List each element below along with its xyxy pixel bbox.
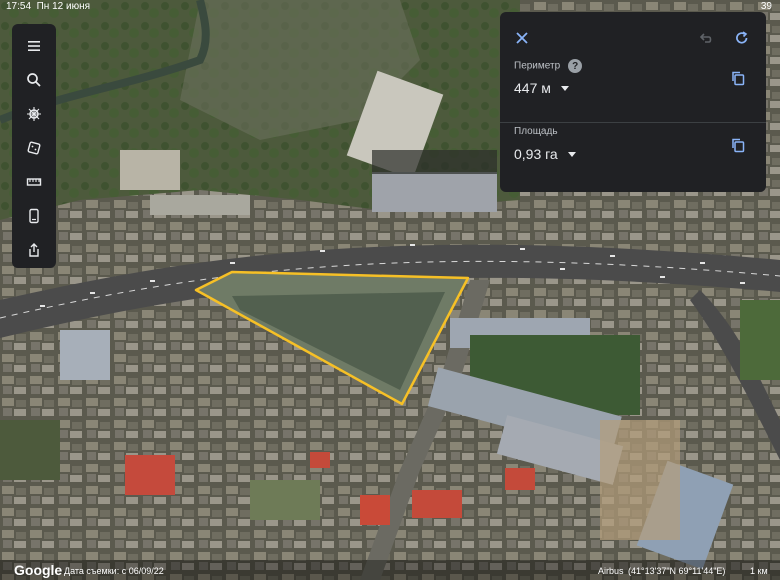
perimeter-label: Периметр (514, 60, 561, 72)
imagery-date: Дата съемки: с 06/09/22 (64, 566, 164, 576)
chevron-down-icon (560, 85, 569, 91)
copy-perimeter-icon[interactable] (730, 70, 746, 86)
feeling-lucky-icon (27, 141, 41, 155)
voyager-icon (27, 107, 41, 121)
share-icon (29, 243, 39, 257)
measure-icon (26, 178, 42, 186)
coordinates: (41°13'37"N 69°11'44"E) (628, 566, 726, 576)
area-unit-select[interactable]: 0,93 га (514, 146, 576, 162)
redo-button[interactable] (730, 26, 754, 50)
perimeter-value: 447 м (514, 80, 551, 96)
google-earth-app: 17:54 Пн 12 июня 39 Периметр ? 447 м Пло… (0, 0, 780, 580)
close-icon (516, 32, 528, 44)
chevron-down-icon (567, 151, 576, 157)
voyager-button[interactable] (19, 100, 49, 128)
measure-button[interactable] (19, 168, 49, 196)
projects-button[interactable] (19, 202, 49, 230)
undo-button[interactable] (694, 26, 718, 50)
undo-icon (699, 33, 712, 43)
left-toolbar (12, 24, 56, 268)
close-button[interactable] (510, 26, 534, 50)
search-button[interactable] (19, 66, 49, 94)
menu-button[interactable] (19, 32, 49, 60)
status-battery: 39 (760, 1, 772, 12)
scale-label: 1 км (750, 566, 768, 576)
help-icon[interactable]: ? (568, 59, 583, 73)
search-icon (27, 73, 41, 87)
area-value: 0,93 га (514, 146, 558, 162)
copy-area-icon[interactable] (730, 137, 746, 153)
panel-divider (500, 122, 766, 123)
share-button[interactable] (19, 236, 49, 264)
google-logo: Google (14, 562, 63, 578)
area-label: Площадь (514, 126, 558, 137)
imagery-provider: Airbus (598, 566, 624, 576)
status-date: Пн 12 июня (36, 1, 91, 12)
perimeter-unit-select[interactable]: 447 м (514, 80, 569, 96)
menu-icon (28, 41, 40, 51)
feeling-lucky-button[interactable] (19, 134, 49, 162)
status-time: 17:54 (6, 1, 32, 12)
measure-panel: Периметр? 447 м Площадь 0,93 га (500, 12, 766, 192)
bottom-info-bar: Google Дата съемки: с 06/09/22 Airbus (4… (0, 560, 780, 580)
redo-icon (736, 31, 748, 44)
projects-icon (29, 208, 39, 224)
